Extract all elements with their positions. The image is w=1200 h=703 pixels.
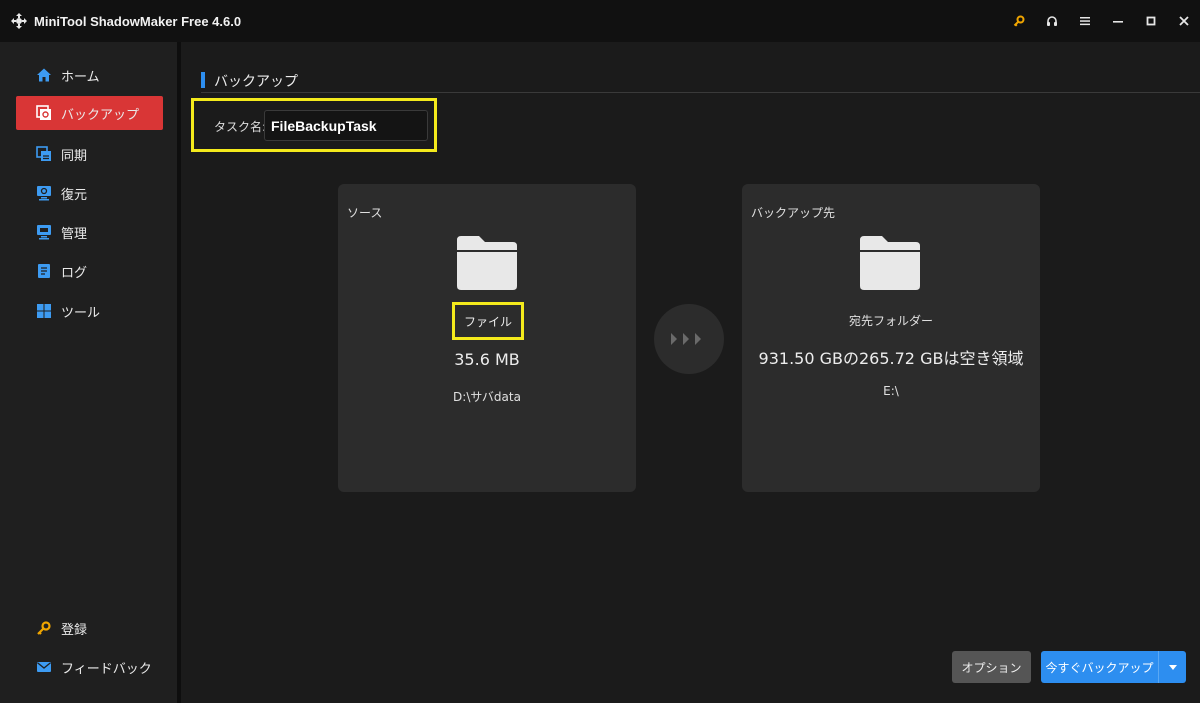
folder-icon [860, 236, 920, 290]
sidebar-item-label: ホーム [61, 69, 100, 85]
sidebar-item-restore[interactable]: 復元 [16, 176, 163, 210]
menu-icon [1079, 17, 1090, 26]
source-card-title: ソース [347, 206, 383, 220]
sync-icon [36, 146, 52, 162]
sidebar-item-register[interactable]: 登録 [16, 611, 163, 645]
sidebar-item-feedback[interactable]: フィードバック [16, 650, 163, 684]
minimize-icon [1112, 21, 1123, 23]
app-logo-icon [11, 13, 27, 29]
title-bar-controls [1002, 0, 1200, 42]
key-icon [1013, 15, 1024, 27]
source-size: 35.6 MB [454, 350, 520, 369]
task-name-highlight: タスク名: [191, 98, 437, 152]
key-icon [36, 620, 52, 636]
support-button[interactable] [1035, 0, 1068, 42]
section-divider [201, 92, 1200, 93]
close-button[interactable] [1167, 0, 1200, 42]
sidebar-item-backup[interactable]: バックアップ [16, 96, 163, 130]
source-type-label: ファイル [463, 314, 512, 329]
sidebar-item-label: 管理 [61, 226, 88, 242]
sidebar-item-label: ログ [61, 265, 88, 281]
menu-button[interactable] [1068, 0, 1101, 42]
main-panel: バックアップ タスク名: ソース ファイル 35.6 MB D:\サバdata … [181, 42, 1200, 703]
destination-card-title: バックアップ先 [751, 206, 836, 220]
manage-icon [36, 224, 52, 240]
sidebar-item-log[interactable]: ログ [16, 254, 163, 288]
sidebar-item-tools[interactable]: ツール [16, 294, 163, 328]
section-accent-bar [201, 72, 205, 88]
destination-path: E:\ [883, 384, 899, 398]
source-card[interactable]: ソース ファイル 35.6 MB D:\サバdata [338, 184, 636, 492]
sidebar-item-label: 同期 [61, 148, 88, 164]
minimize-button[interactable] [1101, 0, 1134, 42]
sidebar-item-manage[interactable]: 管理 [16, 215, 163, 249]
restore-icon [36, 185, 52, 201]
sidebar-item-label: バックアップ [61, 107, 140, 123]
home-icon [36, 67, 52, 83]
destination-type-label: 宛先フォルダー [848, 314, 933, 328]
log-icon [36, 263, 52, 279]
close-icon [1178, 16, 1189, 26]
sidebar: ホーム バックアップ 同期 復元 管理 ログ ツール 登録 フィードバック [0, 42, 177, 703]
page-title: バックアップ [214, 74, 298, 90]
sidebar-item-label: フィードバック [61, 661, 152, 677]
flow-arrow [654, 304, 724, 374]
caret-down-icon [1168, 664, 1177, 670]
sidebar-item-sync[interactable]: 同期 [16, 137, 163, 171]
sidebar-item-label: 登録 [61, 622, 88, 638]
maximize-icon [1146, 16, 1155, 26]
tools-icon [36, 303, 52, 319]
chevrons-right-icon [671, 333, 701, 345]
sidebar-item-home[interactable]: ホーム [16, 58, 163, 92]
source-type-highlight: ファイル [452, 302, 524, 340]
source-path: D:\サバdata [453, 390, 521, 404]
title-bar: MiniTool ShadowMaker Free 4.6.0 [0, 0, 1200, 42]
app-title: MiniTool ShadowMaker Free 4.6.0 [34, 13, 242, 29]
options-button-label: オプション [961, 660, 1022, 675]
backup-now-label: 今すぐバックアップ [1045, 660, 1154, 675]
backup-dropdown-button[interactable] [1159, 664, 1186, 670]
destination-free-space: 931.50 GBの265.72 GBは空き領域 [758, 349, 1024, 368]
options-button[interactable]: オプション [952, 651, 1031, 683]
sidebar-item-label: ツール [61, 305, 101, 321]
backup-now-button[interactable]: 今すぐバックアップ [1041, 651, 1186, 683]
headset-icon [1046, 16, 1057, 26]
register-key-button[interactable] [1002, 0, 1035, 42]
destination-card[interactable]: バックアップ先 宛先フォルダー 931.50 GBの265.72 GBは空き領域… [742, 184, 1040, 492]
backup-icon [36, 105, 52, 121]
folder-icon [457, 236, 517, 290]
maximize-button[interactable] [1134, 0, 1167, 42]
task-name-label: タスク名: [214, 120, 267, 134]
sidebar-item-label: 復元 [61, 187, 88, 203]
task-name-input[interactable] [264, 110, 428, 141]
mail-icon [36, 659, 52, 675]
